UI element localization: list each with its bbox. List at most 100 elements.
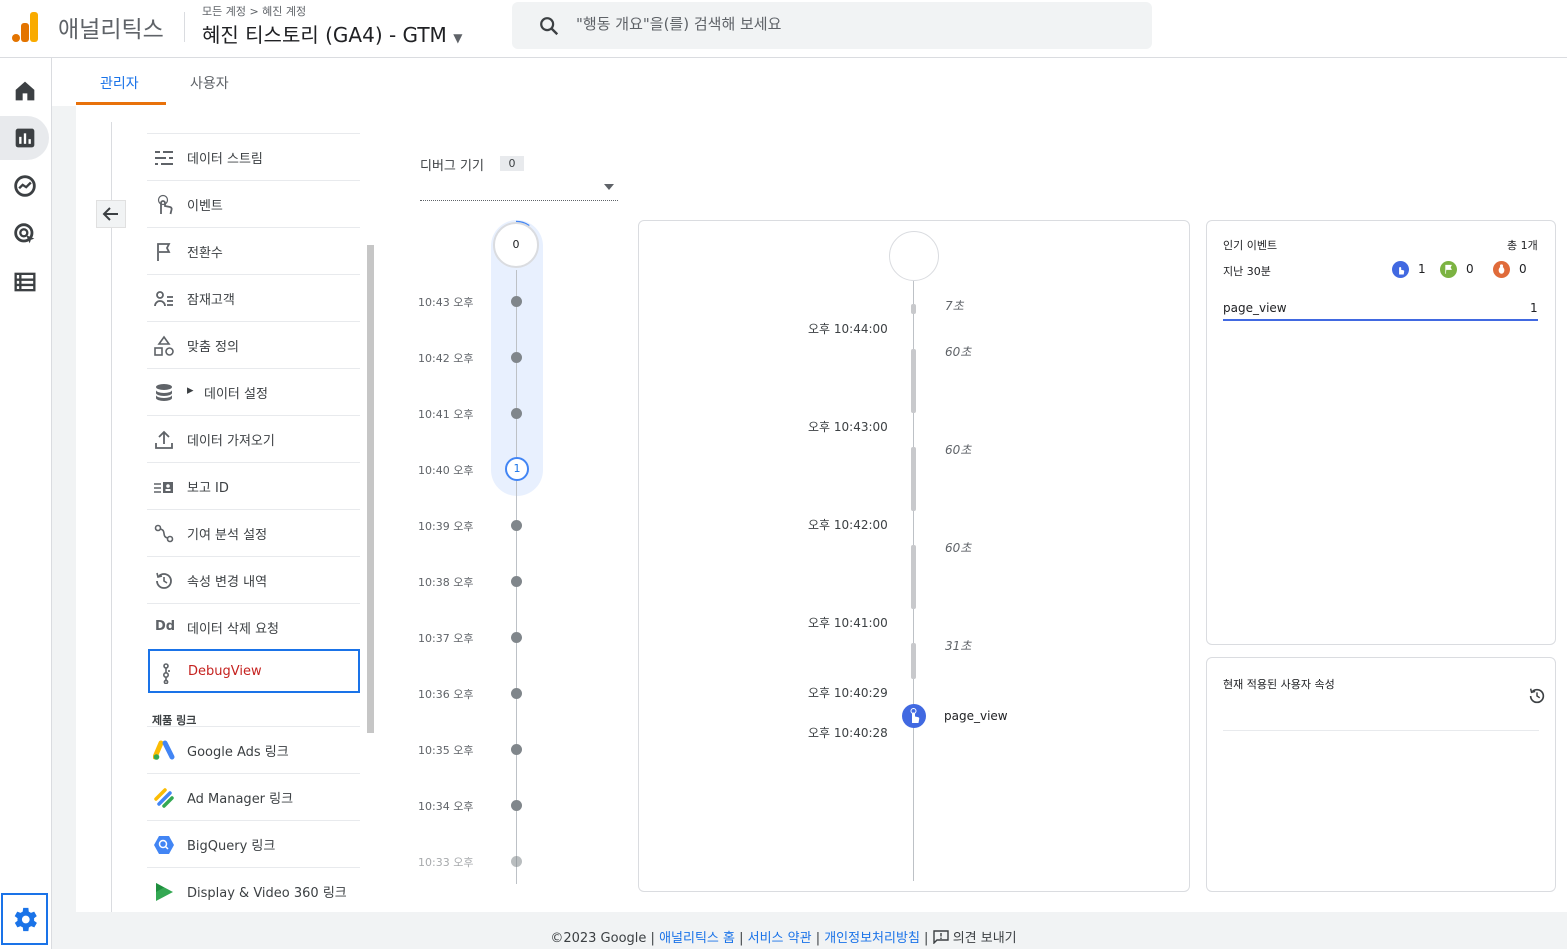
nav-item-data-import[interactable]: 데이터 가져오기 (147, 415, 360, 462)
top-event-name[interactable]: page_view (1223, 301, 1287, 315)
tab-admin[interactable]: 관리자 (100, 73, 139, 93)
nav-item-label: 잠재고객 (187, 293, 235, 308)
seconds-gap-label: 60초 (945, 345, 972, 359)
shapes-icon (154, 335, 174, 356)
debug-icon (163, 663, 170, 684)
debug-device-select[interactable] (420, 178, 618, 201)
seconds-gap-label: 60초 (945, 443, 972, 457)
property-picker[interactable]: 혜진 티스토리 (GA4) - GTM ▼ (202, 19, 462, 48)
minute-dot[interactable] (511, 520, 522, 531)
minute-dot[interactable] (511, 632, 522, 643)
nav-item-label: 속성 변경 내역 (187, 575, 268, 590)
conversion-icon (1440, 261, 1457, 278)
feedback-label: 의견 보내기 (952, 931, 1017, 946)
nav-item-events[interactable]: 이벤트 (147, 180, 360, 227)
advertising-icon[interactable] (11, 220, 39, 248)
history-icon (156, 572, 172, 589)
nav-item-label: Ad Manager 링크 (187, 792, 294, 807)
minute-time-label: 10:34 오후 (418, 800, 474, 813)
nav-divider (111, 122, 112, 912)
bigquery-icon (154, 836, 174, 854)
arrow-back-icon (102, 207, 118, 221)
footer-terms-link[interactable]: 서비스 약관 (748, 931, 812, 946)
dv360-icon (156, 883, 173, 901)
ad-manager-icon (154, 788, 174, 808)
minute-event-count[interactable]: 1 (505, 457, 529, 481)
nav-item-attribution-settings[interactable]: 기여 분석 설정 (147, 509, 360, 556)
back-button[interactable] (96, 200, 126, 228)
touch-icon (157, 194, 173, 215)
nav-item-data-deletion[interactable]: Dd 데이터 삭제 요청 (147, 603, 360, 650)
analytics-logo-icon[interactable] (12, 12, 38, 42)
nav-item-google-ads-links[interactable]: Google Ads 링크 (147, 726, 360, 773)
event-icon (1392, 261, 1409, 278)
audience-icon (154, 291, 173, 307)
nav-item-label: 이벤트 (187, 199, 223, 214)
nav-item-ad-manager-links[interactable]: Ad Manager 링크 (147, 773, 360, 820)
reports-icon[interactable] (11, 124, 39, 152)
error-count: 0 (1519, 262, 1527, 276)
nav-item-reporting-identity[interactable]: 보고 ID (147, 462, 360, 509)
home-icon[interactable] (11, 77, 39, 105)
nav-item-custom-definitions[interactable]: 맞춤 정의 (147, 321, 360, 368)
seconds-stream-top-counter[interactable] (889, 231, 939, 281)
nav-item-audiences[interactable]: 잠재고객 (147, 274, 360, 321)
top-event-bar (1223, 319, 1538, 321)
nav-item-dv360-links[interactable]: Display & Video 360 링크 (147, 867, 360, 913)
nav-item-bigquery-links[interactable]: BigQuery 링크 (147, 820, 360, 867)
user-properties-divider (1223, 730, 1539, 731)
app-name: 애널리틱스 (58, 17, 164, 43)
seconds-timestamp: 오후 10:43:00 (808, 420, 888, 434)
event-name[interactable]: page_view (944, 709, 1008, 723)
history-icon[interactable] (1527, 686, 1547, 706)
touch-icon (910, 708, 920, 723)
nav-item-data-settings[interactable]: ▸ 데이터 설정 (147, 368, 360, 415)
search-placeholder: "행동 개요"을(를) 검색해 보세요 (576, 15, 782, 33)
nav-item-label: 데이터 스트림 (187, 152, 263, 167)
minute-dot[interactable] (511, 744, 522, 755)
minute-time-label: 10:37 오후 (418, 632, 474, 645)
nav-item-data-streams[interactable]: 데이터 스트림 (147, 133, 360, 180)
minute-dot[interactable] (511, 352, 522, 363)
minute-time-label: 10:39 오후 (418, 520, 474, 533)
nav-scrollbar[interactable] (367, 245, 374, 733)
minute-dot[interactable] (511, 296, 522, 307)
search-icon (540, 17, 559, 36)
database-icon (156, 384, 172, 401)
tab-active-indicator (76, 102, 166, 105)
error-icon (1493, 261, 1510, 278)
footer: ©2023 Google | 애널리틱스 홈 | 서비스 약관 | 개인정보처리… (550, 930, 1017, 946)
data-stream-icon (155, 150, 173, 166)
footer-home-link[interactable]: 애널리틱스 홈 (659, 931, 735, 946)
minute-dot[interactable] (511, 856, 522, 867)
nav-item-label: Google Ads 링크 (187, 745, 289, 760)
nav-item-change-history[interactable]: 속성 변경 내역 (147, 556, 360, 603)
top-events-card (1206, 220, 1556, 645)
seconds-gap-label: 60초 (945, 541, 972, 555)
feedback-button[interactable]: 의견 보내기 (932, 930, 1017, 946)
nav-item-conversions[interactable]: 전환수 (147, 227, 360, 274)
breadcrumb[interactable]: 모든 계정 > 혜진 계정 (202, 3, 306, 19)
nav-item-label: 기여 분석 설정 (187, 528, 268, 543)
footer-privacy-link[interactable]: 개인정보처리방침 (824, 931, 920, 946)
nav-item-debugview[interactable]: DebugView (148, 649, 360, 693)
property-name: 혜진 티스토리 (GA4) - GTM (202, 23, 447, 47)
nav-item-expand-icon: ▸ (187, 383, 194, 398)
page-view-event-icon[interactable] (902, 704, 926, 728)
configure-icon[interactable] (11, 268, 39, 296)
conversion-count: 0 (1466, 262, 1474, 276)
current-minute-counter[interactable]: 0 (493, 222, 539, 268)
nav-item-label: 보고 ID (187, 481, 229, 496)
user-properties-title: 현재 적용된 사용자 속성 (1223, 678, 1335, 691)
minute-dot[interactable] (511, 688, 522, 699)
minute-dot[interactable] (511, 800, 522, 811)
explore-icon[interactable] (11, 172, 39, 200)
minute-time-label: 10:35 오후 (418, 744, 474, 757)
minute-dot[interactable] (511, 408, 522, 419)
tab-users[interactable]: 사용자 (190, 73, 229, 93)
seconds-gap-bar (911, 304, 916, 314)
minute-dot[interactable] (511, 576, 522, 587)
seconds-gap-bar (911, 545, 916, 609)
feedback-icon (932, 930, 949, 945)
admin-tab-bar (52, 58, 1567, 106)
